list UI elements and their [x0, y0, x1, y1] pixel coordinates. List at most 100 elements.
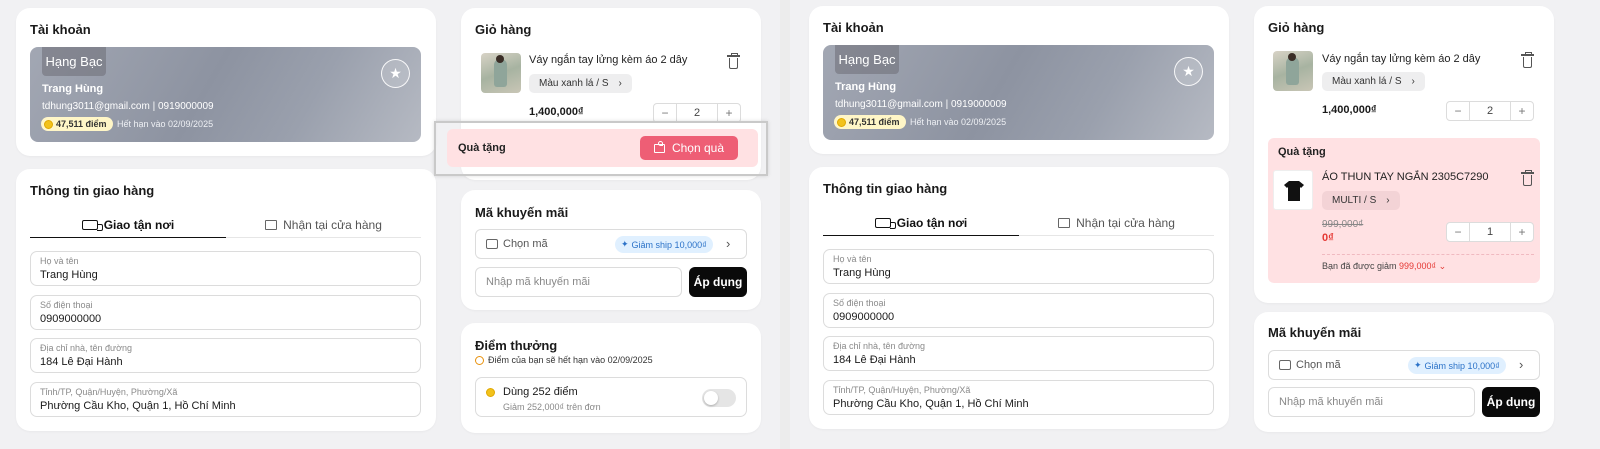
thumb-figure [1286, 57, 1299, 85]
shipping-title: Thông tin giao hàng [30, 183, 155, 198]
field-label: Số điện thoại [40, 300, 93, 310]
decrease-button[interactable]: − [1447, 102, 1469, 120]
product-thumbnail[interactable] [1273, 51, 1313, 91]
points-badge: 47,511 điểm [834, 115, 906, 129]
chevron-right-icon: › [1411, 76, 1415, 87]
member-name: Trang Hùng [42, 83, 104, 95]
region-field[interactable]: Tỉnh/TP, Quận/Huyện, Phường/Xã Phường Cầ… [30, 382, 421, 417]
tier-badge: Hạng Bạc [42, 47, 106, 76]
gift-variant-selector[interactable]: MULTI / S › [1322, 191, 1400, 210]
gift-thumbnail[interactable] [1273, 170, 1313, 210]
promo-title: Mã khuyến mãi [1268, 325, 1362, 340]
truck-icon [81, 219, 103, 231]
field-label: Số điện thoại [833, 298, 886, 308]
use-points-sub: Giảm 252,000₫ trên đơn [503, 402, 601, 412]
address-field[interactable]: Địa chỉ nhà, tên đường 184 Lê Đại Hành [823, 336, 1214, 371]
shipping-title: Thông tin giao hàng [823, 181, 948, 196]
promo-code-input[interactable]: Nhập mã khuyến mãi [1268, 387, 1475, 417]
membership-card: Hạng Bạc Trang Hùng tdhung3011@gmail.com… [823, 45, 1214, 140]
field-label: Địa chỉ nhà, tên đường [40, 343, 132, 353]
phone-field[interactable]: Số điện thoại 0909000000 [30, 295, 421, 330]
rewards-card: Điểm thưởng Điểm của bạn sẽ hết hạn vào … [461, 323, 761, 433]
left-screen: Tài khoản Hạng Bạc Trang Hùng tdhung3011… [0, 0, 780, 449]
increase-button[interactable]: + [1511, 102, 1533, 120]
tab-delivery-label: Giao tận nơi [896, 215, 968, 230]
points-value: 47,511 điểm [56, 119, 107, 129]
field-label: Họ và tên [833, 254, 872, 264]
gift-product-name[interactable]: ÁO THUN TAY NGẮN 2305C7290 [1322, 171, 1489, 183]
phone-field[interactable]: Số điện thoại 0909000000 [823, 293, 1214, 328]
chevron-right-icon: › [726, 236, 731, 251]
variant-label: Màu xanh lá / S [1332, 76, 1402, 87]
address-field[interactable]: Địa chỉ nhà, tên đường 184 Lê Đại Hành [30, 338, 421, 373]
thumb-head [1288, 53, 1296, 61]
sparkle-icon: ✦ [1414, 360, 1422, 370]
gift-quantity-stepper: − 1 + [1446, 222, 1534, 242]
tab-pickup[interactable]: Nhận tại cửa hàng [226, 212, 421, 238]
tab-delivery[interactable]: Giao tận nơi [30, 212, 226, 238]
discount-summary[interactable]: Bạn đã được giảm 999,000₫ ⌄ [1322, 261, 1446, 272]
variant-selector[interactable]: Màu xanh lá / S › [529, 74, 632, 93]
product-name[interactable]: Váy ngắn tay lửng kèm áo 2 dây [1322, 53, 1480, 65]
trash-icon[interactable] [1521, 170, 1534, 186]
clock-icon [475, 355, 484, 365]
field-label: Địa chỉ nhà, tên đường [833, 341, 925, 351]
sparkle-icon: ✦ [621, 239, 629, 249]
tab-delivery[interactable]: Giao tận nơi [823, 210, 1019, 236]
promo-select[interactable]: Chọn mã ✦ Giảm ship 10,000₫ › [475, 229, 747, 259]
account-card: Tài khoản Hạng Bạc Trang Hùng tdhung3011… [809, 6, 1229, 154]
apply-button[interactable]: Áp dụng [689, 267, 747, 297]
field-label: Tỉnh/TP, Quận/Huyện, Phường/Xã [833, 385, 971, 395]
truck-icon [874, 217, 896, 229]
field-value: Trang Hùng [40, 269, 98, 281]
decrease-button[interactable]: − [654, 104, 676, 122]
name-field[interactable]: Họ và tên Trang Hùng [823, 249, 1214, 284]
increase-button[interactable]: + [1511, 223, 1533, 241]
discount-value: 999,000₫ [1398, 261, 1437, 271]
tier-badge: Hạng Bạc [835, 45, 899, 74]
product-name[interactable]: Váy ngắn tay lửng kèm áo 2 dây [529, 54, 687, 66]
divider [1322, 254, 1534, 255]
promo-chip: ✦ Giảm ship 10,000₫ [1408, 357, 1506, 374]
quantity-value[interactable]: 2 [1469, 102, 1511, 120]
gift-quantity-value[interactable]: 1 [1469, 223, 1511, 241]
trash-icon[interactable] [1521, 52, 1534, 68]
promo-select-label: Chọn mã [503, 238, 548, 250]
field-value: 0909000000 [833, 311, 895, 323]
coin-icon [837, 117, 846, 127]
use-points-label: Dùng 252 điểm [503, 386, 578, 398]
chevron-down-icon: ⌄ [1438, 261, 1447, 271]
star-icon[interactable]: ★ [381, 59, 410, 88]
tab-pickup[interactable]: Nhận tại cửa hàng [1019, 210, 1214, 236]
delivery-tabs: Giao tận nơi Nhận tại cửa hàng [823, 210, 1214, 236]
highlight-frame [434, 121, 768, 176]
gift-title: Quà tặng [1278, 146, 1326, 158]
region-field[interactable]: Tỉnh/TP, Quận/Huyện, Phường/Xã Phường Cầ… [823, 380, 1214, 415]
product-thumbnail[interactable] [481, 53, 521, 93]
cart-title: Giỏ hàng [1268, 20, 1325, 35]
store-icon [265, 220, 278, 230]
variant-label: Màu xanh lá / S [539, 78, 609, 89]
use-points-toggle[interactable] [702, 389, 736, 407]
gift-old-price: 999,000₫ [1322, 219, 1364, 230]
tshirt-image [1284, 181, 1304, 201]
promo-select[interactable]: Chọn mã ✦ Giảm ship 10,000₫ › [1268, 350, 1540, 380]
account-title: Tài khoản [823, 20, 884, 35]
right-screen: Tài khoản Hạng Bạc Trang Hùng tdhung3011… [790, 0, 1600, 449]
trash-icon[interactable] [727, 53, 740, 69]
apply-button[interactable]: Áp dụng [1482, 387, 1540, 417]
account-title: Tài khoản [30, 22, 91, 37]
gift-new-price: 0₫ [1322, 232, 1334, 244]
quantity-stepper: − 2 + [1446, 101, 1534, 121]
variant-selector[interactable]: Màu xanh lá / S › [1322, 72, 1425, 91]
gift-variant-label: MULTI / S [1332, 195, 1377, 206]
name-field[interactable]: Họ và tên Trang Hùng [30, 251, 421, 286]
promo-code-input[interactable]: Nhập mã khuyến mãi [475, 267, 682, 297]
increase-button[interactable]: + [718, 104, 740, 122]
promo-card: Mã khuyến mãi Chọn mã ✦ Giảm ship 10,000… [1254, 312, 1554, 432]
quantity-value[interactable]: 2 [676, 104, 718, 122]
decrease-button[interactable]: − [1447, 223, 1469, 241]
promo-card: Mã khuyến mãi Chọn mã ✦ Giảm ship 10,000… [461, 190, 761, 310]
star-icon[interactable]: ★ [1174, 57, 1203, 86]
coin-icon [44, 119, 53, 129]
